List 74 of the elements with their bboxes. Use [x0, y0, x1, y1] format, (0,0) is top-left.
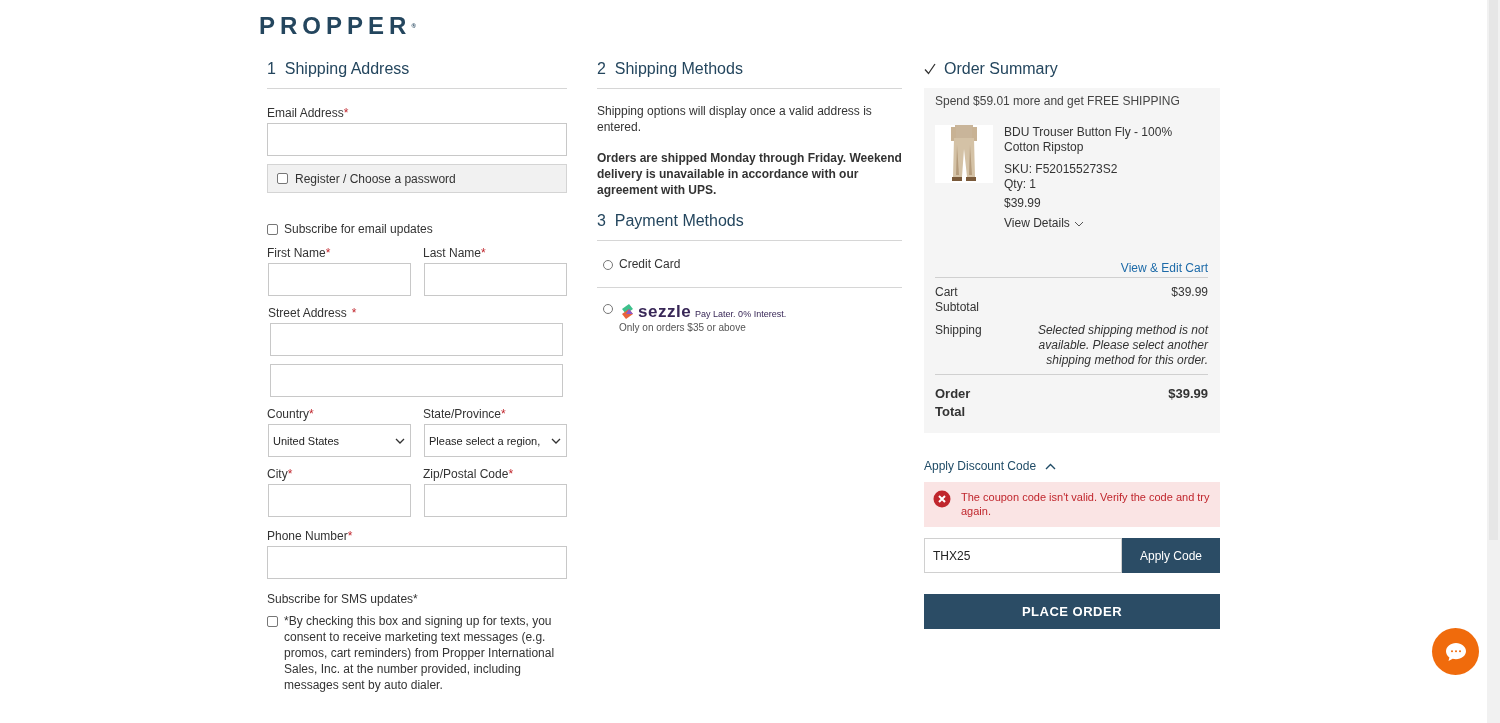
chevron-icon [1045, 462, 1057, 470]
product-sku: SKU: F520155273S2 [1004, 162, 1119, 177]
product-price: $39.99 [1004, 196, 1042, 211]
input-field[interactable] [270, 364, 563, 397]
product-quantity: Qty: 1 [1004, 177, 1037, 192]
chat-bubble-icon [1444, 641, 1467, 662]
sezzle-tagline: Pay Later. 0% Interest. [695, 309, 787, 319]
select-field[interactable]: United States [268, 424, 411, 457]
checkbox[interactable] [277, 173, 288, 184]
section-heading: Order Summary [944, 59, 1058, 79]
checkmark-icon [924, 63, 936, 75]
apply-code-button[interactable]: Apply Code [1122, 538, 1220, 573]
field-label: Email Address [267, 106, 344, 120]
sezzle-logo-icon [619, 303, 636, 321]
input-field[interactable] [268, 263, 411, 296]
field-label: Last Name [423, 246, 482, 260]
discount-code-field[interactable]: THX25 [924, 538, 1122, 573]
field-label: Subscribe for SMS updates* [267, 592, 418, 606]
order-total-value: $39.99 [1168, 385, 1208, 403]
field-label: First Name [267, 246, 326, 260]
section-heading: 1 Shipping Address [267, 59, 567, 89]
field-label: City [267, 467, 288, 481]
input-field[interactable] [268, 484, 411, 517]
logo[interactable]: PROPPER$^{®}$ [259, 13, 416, 39]
totals-label: Shipping [935, 323, 983, 339]
payment-option-note: Only on orders $35 or above [619, 322, 747, 333]
input-field[interactable] [424, 484, 567, 517]
checkbox-label: Subscribe for email updates [284, 222, 433, 236]
select-field[interactable]: Please select a region, [424, 424, 567, 457]
required-marker: * [343, 106, 349, 120]
edit-cart-link[interactable]: View & Edit Cart [1120, 261, 1208, 275]
required-marker: * [347, 529, 353, 543]
totals-value: $39.99 [1171, 285, 1208, 301]
chat-button[interactable] [1432, 628, 1479, 675]
consent-text: *By checking this box and signing up for texts, you consent to receive marketing text messages (e.g. promos, cart reminders) from Propper International Sales, Inc. at the number provided, including messages sent by auto dialer. [284, 613, 556, 693]
section-heading: 3 Payment Methods [597, 211, 902, 241]
chevron-down-icon [551, 437, 561, 444]
order-total-label: Order Total [935, 385, 972, 421]
chevron-down-icon [1073, 220, 1084, 227]
field-label: Street Address [268, 306, 347, 320]
product-name: BDU Trouser Button Fly - 100% Cotton Ripstop [1004, 125, 1174, 155]
field-label: Phone Number [267, 529, 348, 543]
section-heading: 2 Shipping Methods [597, 59, 902, 89]
chevron-down-icon [395, 437, 405, 444]
view-details-toggle[interactable]: View Details [1004, 216, 1208, 231]
shipping-note: Shipping options will display once a valid address is entered. [597, 103, 873, 135]
sezzle-wordmark: sezzle [638, 302, 692, 322]
payment-option-label: Credit Card [619, 257, 681, 271]
checkbox[interactable] [267, 223, 278, 235]
required-marker: * [508, 467, 514, 481]
required-marker: * [325, 246, 331, 260]
error-icon [933, 490, 951, 508]
required-marker: * [481, 246, 486, 260]
checkbox[interactable] [267, 616, 278, 627]
register-option[interactable]: Register / Choose a password [267, 164, 567, 193]
input-field[interactable] [424, 263, 567, 296]
required-marker: * [287, 467, 293, 481]
required-marker: * [309, 407, 314, 421]
totals-label: Cart Subtotal [935, 285, 981, 315]
place-order-button[interactable]: PLACE ORDER [924, 594, 1220, 629]
required-marker: * [501, 407, 506, 421]
scrollbar[interactable] [1487, 0, 1500, 723]
required-marker: * [351, 306, 357, 320]
field-label: Zip/Postal Code [423, 467, 509, 481]
error-text: The coupon code isn't valid. Verify the code and try again. [961, 490, 1211, 518]
field-label: Country [267, 407, 310, 421]
shipping-notice: Orders are shipped Monday through Friday. Weekend delivery is unavailable in accordance with our agreement with UPS. [597, 150, 902, 198]
field-label: State/Province [423, 407, 502, 421]
shipping-promo: Spend $59.01 more and get FREE SHIPPING [935, 94, 1181, 108]
shipping-message: Selected shipping method is not available. Please select another shipping method for this order. [1036, 323, 1208, 369]
email-field[interactable] [267, 123, 567, 156]
discount-toggle[interactable]: Apply Discount Code [924, 459, 1057, 473]
input-field[interactable] [267, 546, 567, 579]
input-field[interactable] [270, 323, 563, 356]
